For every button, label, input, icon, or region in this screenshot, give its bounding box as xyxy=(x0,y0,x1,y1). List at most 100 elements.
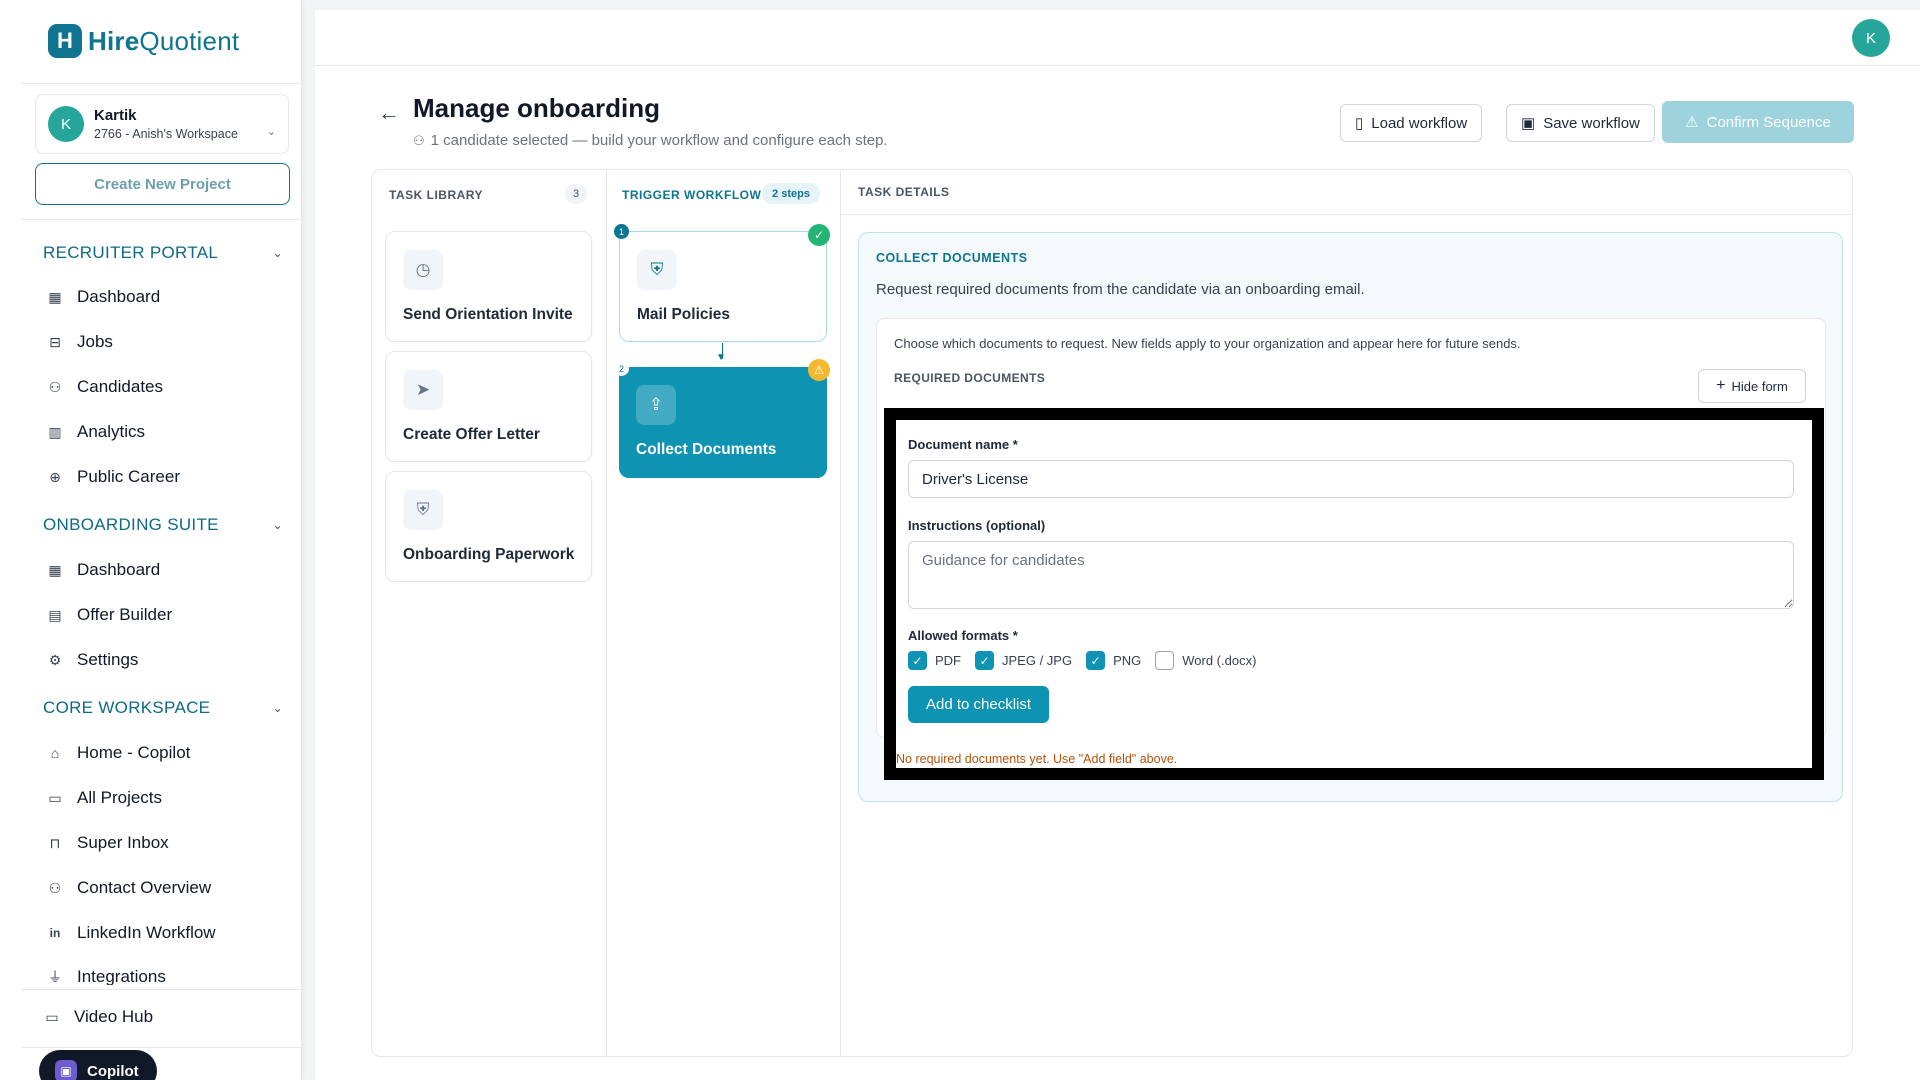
brand-name-bold: Hire xyxy=(88,25,140,56)
warning-triangle-icon: ⚠ xyxy=(808,359,830,381)
warning-triangle-icon: ⚠ xyxy=(1685,114,1699,131)
task-card-label: Create Offer Letter xyxy=(403,426,540,443)
save-workflow-button[interactable]: ▣ Save workflow xyxy=(1506,104,1655,142)
sidebar-item-candidates[interactable]: ⚇ Candidates xyxy=(47,377,163,397)
workspace-name: 2766 - Anish's Workspace xyxy=(94,127,238,141)
save-icon: ▣ xyxy=(1521,115,1536,132)
empty-documents-warning: No required documents yet. Use "Add fiel… xyxy=(896,752,1178,766)
linkedin-icon: in xyxy=(49,926,61,940)
copilot-button[interactable]: ▣ Copilot xyxy=(39,1050,157,1080)
checkbox-checked-icon[interactable]: ✓ xyxy=(975,651,994,670)
sidebar-item-offer-builder[interactable]: ▤ Offer Builder xyxy=(47,605,172,625)
users-icon: ⚇ xyxy=(48,378,62,395)
format-option-jpeg[interactable]: ✓ JPEG / JPG xyxy=(975,651,1072,670)
divider xyxy=(841,214,1852,215)
divider xyxy=(22,83,302,84)
section-onboarding-suite[interactable]: ONBOARDING SUITE ⌄ xyxy=(43,515,283,535)
panel-title: COLLECT DOCUMENTS xyxy=(876,251,1028,265)
globe-icon: ⊕ xyxy=(49,468,61,485)
page-title: Manage onboarding xyxy=(413,93,660,123)
sidebar-item-linkedin-workflow[interactable]: in LinkedIn Workflow xyxy=(47,923,216,943)
briefcase-icon: ⊟ xyxy=(49,333,61,350)
workflow-step-mail-policies[interactable]: ⛨ Mail Policies xyxy=(619,231,827,342)
sidebar-item-jobs[interactable]: ⊟ Jobs xyxy=(47,332,113,352)
document-icon: ▤ xyxy=(48,606,62,623)
arrow-down-icon: ▼ xyxy=(716,352,726,363)
chevron-down-icon: ⌄ xyxy=(272,246,283,260)
workflow-step-label: Collect Documents xyxy=(636,441,777,458)
task-library-heading: TASK LIBRARY xyxy=(389,188,483,202)
checkbox-checked-icon[interactable]: ✓ xyxy=(908,651,927,670)
sidebar-item-all-projects[interactable]: ▭ All Projects xyxy=(47,788,162,808)
task-card-label: Onboarding Paperwork xyxy=(403,546,575,563)
sidebar-item-analytics[interactable]: ▥ Analytics xyxy=(47,422,145,442)
required-documents-heading: REQUIRED DOCUMENTS xyxy=(894,371,1046,385)
task-card-label: Send Orientation Invite xyxy=(403,306,573,323)
sidebar-item-super-inbox[interactable]: ⊓ Super Inbox xyxy=(47,833,169,853)
confirm-sequence-button[interactable]: ⚠ Confirm Sequence xyxy=(1662,101,1854,143)
sidebar-item-settings[interactable]: ⚙ Settings xyxy=(47,650,139,670)
create-new-project-button[interactable]: Create New Project xyxy=(35,163,290,205)
video-camera-icon: ▭ xyxy=(45,1008,59,1025)
calendar-clock-icon: ◷ xyxy=(403,250,443,290)
sidebar-item-integrations[interactable]: ⏚ Integrations xyxy=(47,968,166,985)
back-arrow-icon[interactable]: ← xyxy=(378,100,400,126)
format-option-png[interactable]: ✓ PNG xyxy=(1086,651,1141,670)
trigger-workflow-heading: TRIGGER WORKFLOW xyxy=(622,188,762,202)
step-number-badge: 1 xyxy=(614,224,629,239)
task-card-create-offer-letter[interactable]: ➤ Create Offer Letter xyxy=(385,351,592,462)
helper-text: Choose which documents to request. New f… xyxy=(894,336,1521,351)
users-icon: ⚇ xyxy=(48,879,62,896)
format-option-pdf[interactable]: ✓ PDF xyxy=(908,651,961,670)
page-subtitle: ⚇ 1 candidate selected — build your work… xyxy=(413,132,888,149)
allowed-formats-label: Allowed formats * xyxy=(908,628,1018,643)
users-icon: ⚇ xyxy=(413,132,425,148)
workspace-user-name: Kartik xyxy=(94,107,137,124)
sidebar-item-video-hub[interactable]: ▭ Video Hub xyxy=(44,1007,153,1027)
topbar: K xyxy=(315,10,1920,66)
column-divider xyxy=(606,169,607,1057)
sidebar-item-dashboard[interactable]: ▦ Dashboard xyxy=(47,287,160,307)
grid-icon: ▦ xyxy=(48,561,62,578)
task-card-onboarding-paperwork[interactable]: ⛨ Onboarding Paperwork xyxy=(385,471,592,582)
load-workflow-button[interactable]: ▯ Load workflow xyxy=(1340,104,1483,142)
sidebar-item-contact-overview[interactable]: ⚇ Contact Overview xyxy=(47,878,211,898)
divider xyxy=(22,1047,302,1048)
allowed-formats-group: ✓ PDF ✓ JPEG / JPG ✓ PNG Word (.docx) xyxy=(908,651,1260,670)
task-card-send-orientation-invite[interactable]: ◷ Send Orientation Invite xyxy=(385,231,592,342)
checkbox-unchecked-icon[interactable] xyxy=(1155,651,1175,670)
sidebar-item-onboarding-dashboard[interactable]: ▦ Dashboard xyxy=(47,560,160,580)
steps-badge: 2 steps xyxy=(762,183,820,204)
instructions-textarea[interactable] xyxy=(908,541,1794,609)
send-icon: ➤ xyxy=(403,370,443,410)
format-option-docx[interactable]: Word (.docx) xyxy=(1155,651,1256,670)
upload-icon: ⇪ xyxy=(636,385,676,425)
document-name-input[interactable] xyxy=(908,460,1794,498)
shield-check-icon: ⛨ xyxy=(637,250,677,290)
hide-form-button[interactable]: + Hide form xyxy=(1698,369,1806,403)
instructions-label: Instructions (optional) xyxy=(908,518,1046,533)
sidebar-item-public-career[interactable]: ⊕ Public Career xyxy=(47,467,180,487)
bar-chart-icon: ▥ xyxy=(48,423,62,440)
brand-logo[interactable]: H HireQuotient xyxy=(48,24,239,58)
checkbox-checked-icon[interactable]: ✓ xyxy=(1086,651,1106,670)
brand-name-rest: Quotient xyxy=(139,25,240,56)
inbox-icon: ⊓ xyxy=(49,834,61,851)
copilot-icon: ▣ xyxy=(55,1060,77,1080)
add-to-checklist-button[interactable]: Add to checklist xyxy=(908,686,1049,723)
document-name-label: Document name * xyxy=(908,437,1018,452)
section-core-workspace[interactable]: CORE WORKSPACE ⌄ xyxy=(43,698,283,718)
divider xyxy=(22,219,302,220)
grid-icon: ▦ xyxy=(48,288,62,305)
book-icon: ▯ xyxy=(1355,115,1364,132)
shield-icon: ⛨ xyxy=(403,490,443,530)
workspace-switcher[interactable]: K Kartik 2766 - Anish's Workspace ⌄ xyxy=(35,94,289,154)
workflow-step-collect-documents[interactable]: ⇪ Collect Documents xyxy=(619,367,827,478)
section-recruiter-portal[interactable]: RECRUITER PORTAL ⌄ xyxy=(43,243,283,263)
sidebar: H HireQuotient K Kartik 2766 - Anish's W… xyxy=(0,0,302,1080)
avatar: K xyxy=(48,106,84,142)
sidebar-item-home-copilot[interactable]: ⌂ Home - Copilot xyxy=(47,743,191,763)
user-avatar[interactable]: K xyxy=(1852,19,1890,57)
home-icon: ⌂ xyxy=(50,745,60,761)
plus-icon: + xyxy=(1716,377,1726,394)
